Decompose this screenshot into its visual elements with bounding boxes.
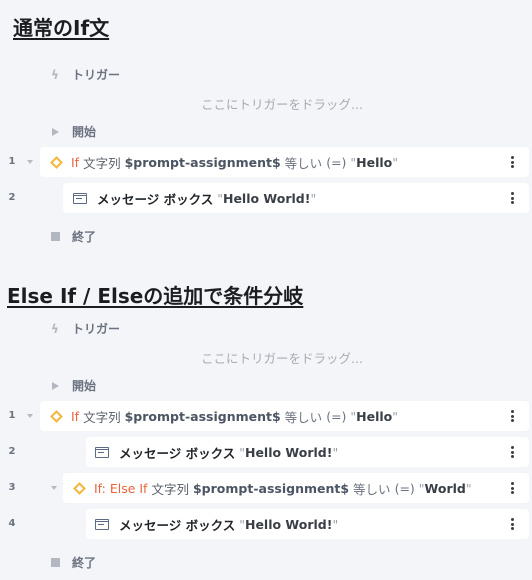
caret-down-icon[interactable] — [27, 414, 33, 418]
trigger-drop-zone[interactable]: ここにトリガーをドラッグ... — [201, 348, 363, 367]
quote-close: " — [465, 480, 472, 496]
kebab-menu-icon[interactable] — [511, 518, 515, 530]
quote-close: " — [392, 408, 399, 424]
kebab-menu-icon[interactable] — [511, 192, 515, 204]
type-text: 文字列 — [151, 481, 189, 497]
message-text: Hello World! — [244, 516, 333, 532]
operator-symbol: (=) — [394, 480, 415, 496]
action-name: メッセージ ボックス — [97, 191, 214, 207]
message-box-icon — [95, 518, 109, 530]
operator-text: 等しい — [284, 155, 323, 171]
if-condition-card[interactable]: If 文字列 $prompt-assignment$ 等しい (=) " Hell… — [40, 147, 529, 177]
caret-down-icon[interactable] — [27, 160, 33, 164]
message-box-icon — [73, 192, 87, 204]
section-heading: Else If / Elseの追加で条件分岐 — [7, 284, 304, 308]
operator-symbol: (=) — [326, 408, 347, 424]
if-keyword: If — [71, 154, 80, 170]
bolt-icon: ϟ — [51, 321, 59, 336]
operator-symbol: (=) — [326, 154, 347, 170]
start-row: 開始 — [48, 123, 96, 140]
action-name: メッセージ ボックス — [119, 517, 236, 533]
compare-value: Hello — [356, 154, 393, 170]
type-text: 文字列 — [83, 155, 121, 171]
variable-name: $prompt-assignment$ — [192, 480, 350, 496]
else-if-keyword: If: Else If — [94, 480, 148, 496]
caret-down-icon[interactable] — [51, 486, 57, 490]
line-number: 3 — [8, 482, 16, 493]
compare-value: World — [424, 480, 466, 496]
quote-close: " — [310, 190, 317, 206]
diamond-icon — [50, 409, 63, 423]
trigger-row[interactable]: ϟ トリガー — [48, 66, 120, 83]
operator-text: 等しい — [353, 481, 391, 497]
message-box-card[interactable]: メッセージ ボックス " Hello World! " — [86, 509, 529, 539]
trigger-label: トリガー — [72, 68, 121, 82]
quote-close: " — [392, 154, 399, 170]
else-if-condition-card[interactable]: If: Else If 文字列 $prompt-assignment$ 等しい … — [63, 473, 529, 503]
kebab-menu-icon[interactable] — [511, 156, 515, 168]
line-number: 4 — [8, 518, 16, 529]
compare-value: Hello — [356, 408, 393, 424]
operator-text: 等しい — [284, 409, 323, 425]
diamond-icon — [50, 155, 63, 169]
variable-name: $prompt-assignment$ — [124, 408, 281, 424]
end-row: 終了 — [48, 554, 96, 571]
line-number: 1 — [8, 156, 16, 167]
stop-icon — [48, 558, 62, 567]
start-label: 開始 — [72, 379, 97, 393]
trigger-row[interactable]: ϟ トリガー — [48, 320, 120, 337]
line-number: 2 — [8, 446, 16, 457]
line-number: 1 — [8, 410, 16, 421]
end-label: 終了 — [72, 556, 97, 570]
kebab-menu-icon[interactable] — [511, 446, 515, 458]
action-name: メッセージ ボックス — [119, 445, 236, 461]
play-icon — [48, 127, 62, 136]
play-icon — [48, 381, 62, 390]
stop-icon — [48, 232, 62, 241]
end-row: 終了 — [48, 228, 96, 245]
kebab-menu-icon[interactable] — [511, 410, 515, 422]
message-box-card[interactable]: メッセージ ボックス " Hello World! " — [63, 183, 529, 213]
message-text: Hello World! — [222, 190, 311, 206]
message-box-card[interactable]: メッセージ ボックス " Hello World! " — [86, 437, 529, 467]
variable-name: $prompt-assignment$ — [124, 154, 281, 170]
if-condition-card[interactable]: If 文字列 $prompt-assignment$ 等しい (=) " Hell… — [40, 401, 529, 431]
section-heading: 通常のIf文 — [13, 16, 110, 40]
trigger-label: トリガー — [72, 322, 121, 336]
trigger-drop-zone[interactable]: ここにトリガーをドラッグ... — [201, 94, 363, 113]
type-text: 文字列 — [83, 409, 121, 425]
message-text: Hello World! — [244, 444, 333, 460]
message-box-icon — [95, 446, 109, 458]
start-row: 開始 — [48, 377, 96, 394]
end-label: 終了 — [72, 230, 97, 244]
quote-close: " — [332, 444, 339, 460]
diamond-icon — [73, 481, 86, 495]
bolt-icon: ϟ — [51, 67, 59, 82]
quote-close: " — [332, 516, 339, 532]
line-number: 2 — [8, 192, 16, 203]
if-keyword: If — [71, 408, 80, 424]
start-label: 開始 — [72, 125, 97, 139]
kebab-menu-icon[interactable] — [511, 482, 515, 494]
